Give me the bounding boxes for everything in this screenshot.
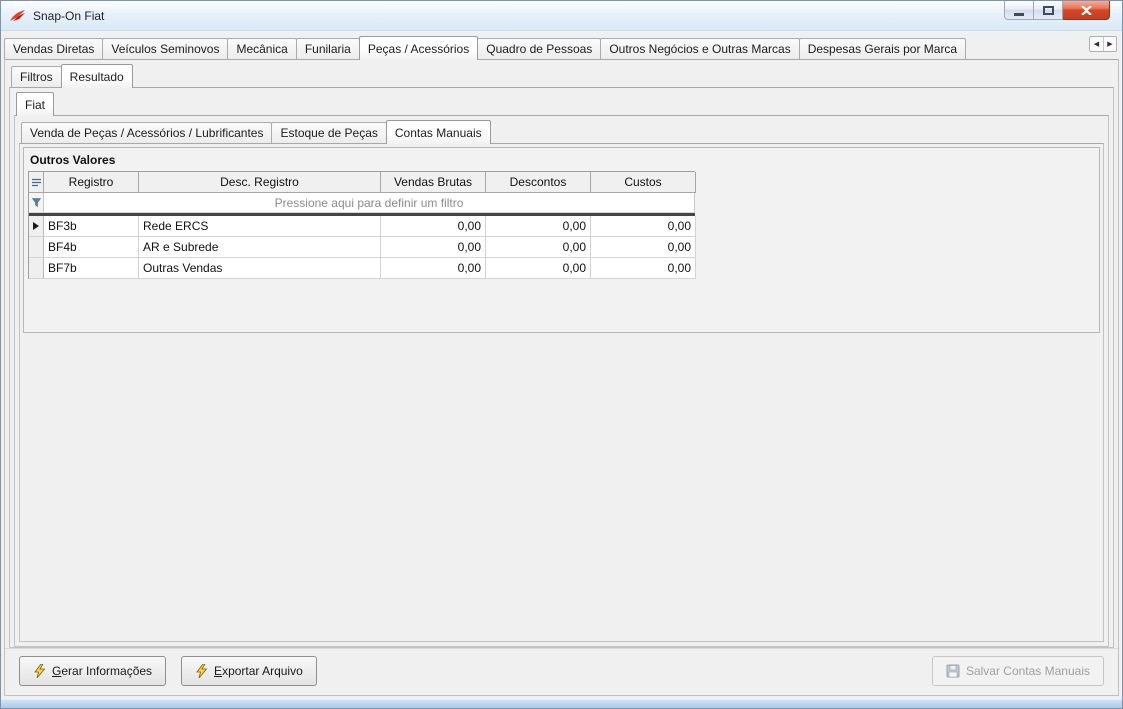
tab-funilaria[interactable]: Funilaria [295, 38, 360, 59]
tab-resultado[interactable]: Resultado [60, 64, 133, 88]
tab-page-pecas-acessorios: Filtros Resultado Fiat Venda de Peças / … [4, 59, 1119, 696]
main-tabstrip: Vendas Diretas Veículos Seminovos Mecâni… [4, 36, 1119, 60]
app-icon [10, 9, 25, 21]
group-title: Outros Valores [30, 153, 116, 167]
tab-despesas-gerais-por-marca[interactable]: Despesas Gerais por Marca [798, 38, 967, 59]
cell-custos[interactable]: 0,00 [591, 258, 696, 279]
minimize-icon [1014, 12, 1024, 16]
cell-registro[interactable]: BF3b [44, 216, 139, 237]
tab-quadro-de-pessoas[interactable]: Quadro de Pessoas [477, 38, 602, 59]
contas-manuais-grid: Registro Desc. Registro Vendas Brutas De… [28, 171, 696, 279]
lightning-icon [196, 664, 208, 678]
tab-page-contas-manuais: Outros Valores Registro Desc. Registro V… [19, 143, 1104, 642]
exportar-arquivo-label: Exportar Arquivo [214, 664, 303, 678]
window-title: Snap-On Fiat [33, 8, 105, 23]
col-header-registro[interactable]: Registro [44, 172, 139, 193]
col-header-descontos[interactable]: Descontos [486, 172, 591, 193]
cell-custos[interactable]: 0,00 [591, 216, 696, 237]
tab-scroll-right-icon[interactable]: ▶ [1103, 37, 1116, 51]
cell-vendas-brutas[interactable]: 0,00 [381, 258, 486, 279]
cell-desc-registro[interactable]: Rede ERCS [139, 216, 381, 237]
close-button[interactable] [1063, 1, 1110, 20]
view-tabstrip: Filtros Resultado [11, 64, 1118, 88]
tab-contas-manuais[interactable]: Contas Manuais [385, 120, 491, 144]
group-outros-valores: Outros Valores Registro Desc. Registro V… [23, 147, 1100, 333]
col-header-desc-registro[interactable]: Desc. Registro [139, 172, 381, 193]
lightning-icon [34, 664, 46, 678]
current-row-indicator [29, 216, 44, 237]
cell-registro[interactable]: BF4b [44, 237, 139, 258]
save-icon [946, 664, 960, 678]
tab-estoque-de-pecas[interactable]: Estoque de Peças [271, 122, 387, 143]
row-indicator [29, 258, 44, 279]
close-icon [1080, 5, 1092, 15]
maximize-icon [1042, 5, 1054, 15]
table-row[interactable]: BF7b Outras Vendas 0,00 0,00 0,00 [29, 258, 696, 279]
maximize-button[interactable] [1034, 1, 1063, 20]
tab-page-fiat: Venda de Peças / Acessórios / Lubrifican… [14, 115, 1109, 647]
tab-veiculos-seminovos[interactable]: Veículos Seminovos [102, 38, 229, 59]
col-header-vendas-brutas[interactable]: Vendas Brutas [381, 172, 486, 193]
salvar-contas-manuais-label: Salvar Contas Manuais [965, 664, 1090, 678]
cell-registro[interactable]: BF7b [44, 258, 139, 279]
grid-header-row: Registro Desc. Registro Vendas Brutas De… [29, 172, 696, 193]
filter-prompt: Pressione aqui para definir um filtro [44, 193, 695, 213]
app-window: Snap-On Fiat Vendas Diretas Veículos Sem… [0, 0, 1123, 709]
exportar-arquivo-button[interactable]: Exportar Arquivo [181, 656, 317, 686]
cell-desc-registro[interactable]: Outras Vendas [139, 258, 381, 279]
tab-vendas-diretas[interactable]: Vendas Diretas [4, 38, 104, 59]
titlebar: Snap-On Fiat [1, 1, 1122, 31]
cell-descontos[interactable]: 0,00 [486, 216, 591, 237]
window-bottom-frame [1, 699, 1122, 708]
cell-descontos[interactable]: 0,00 [486, 258, 591, 279]
tab-venda-pecas-acessorios-lubrificantes[interactable]: Venda de Peças / Acessórios / Lubrifican… [21, 122, 273, 143]
window-controls [1004, 1, 1110, 20]
cell-desc-registro[interactable]: AR e Subrede [139, 237, 381, 258]
col-header-custos[interactable]: Custos [591, 172, 696, 193]
cell-vendas-brutas[interactable]: 0,00 [381, 216, 486, 237]
tab-filtros[interactable]: Filtros [11, 66, 62, 87]
cell-vendas-brutas[interactable]: 0,00 [381, 237, 486, 258]
gerar-informacoes-button[interactable]: Gerar Informações [19, 656, 167, 686]
cell-descontos[interactable]: 0,00 [486, 237, 591, 258]
tab-outros-negocios-outras-marcas[interactable]: Outros Negócios e Outras Marcas [600, 38, 800, 59]
gerar-informacoes-label: Gerar Informações [52, 664, 153, 678]
bottom-button-bar: Gerar Informações Exportar Arquivo Salva… [5, 648, 1118, 695]
grid-options-icon[interactable] [29, 172, 44, 193]
table-row[interactable]: BF3b Rede ERCS 0,00 0,00 0,00 [29, 216, 696, 237]
cell-custos[interactable]: 0,00 [591, 237, 696, 258]
section-tabstrip: Venda de Peças / Acessórios / Lubrifican… [21, 120, 1108, 144]
tab-fiat[interactable]: Fiat [16, 92, 55, 116]
tab-page-resultado: Fiat Venda de Peças / Acessórios / Lubri… [9, 87, 1114, 648]
row-indicator [29, 237, 44, 258]
tab-pecas-acessorios[interactable]: Peças / Acessórios [358, 36, 479, 60]
grid-filter-row[interactable]: Pressione aqui para definir um filtro [29, 193, 695, 213]
table-row[interactable]: BF4b AR e Subrede 0,00 0,00 0,00 [29, 237, 696, 258]
tab-mecanica[interactable]: Mecânica [227, 38, 297, 59]
window-content: Vendas Diretas Veículos Seminovos Mecâni… [1, 31, 1122, 699]
current-row-arrow-icon [33, 222, 39, 230]
minimize-button[interactable] [1004, 1, 1034, 20]
salvar-contas-manuais-button[interactable]: Salvar Contas Manuais [931, 656, 1104, 686]
tab-scroll-left-icon[interactable]: ◀ [1090, 37, 1103, 51]
tab-scroller: ◀ ▶ [1089, 36, 1117, 52]
filter-icon[interactable] [29, 193, 44, 213]
brand-tabstrip: Fiat [16, 92, 1113, 116]
